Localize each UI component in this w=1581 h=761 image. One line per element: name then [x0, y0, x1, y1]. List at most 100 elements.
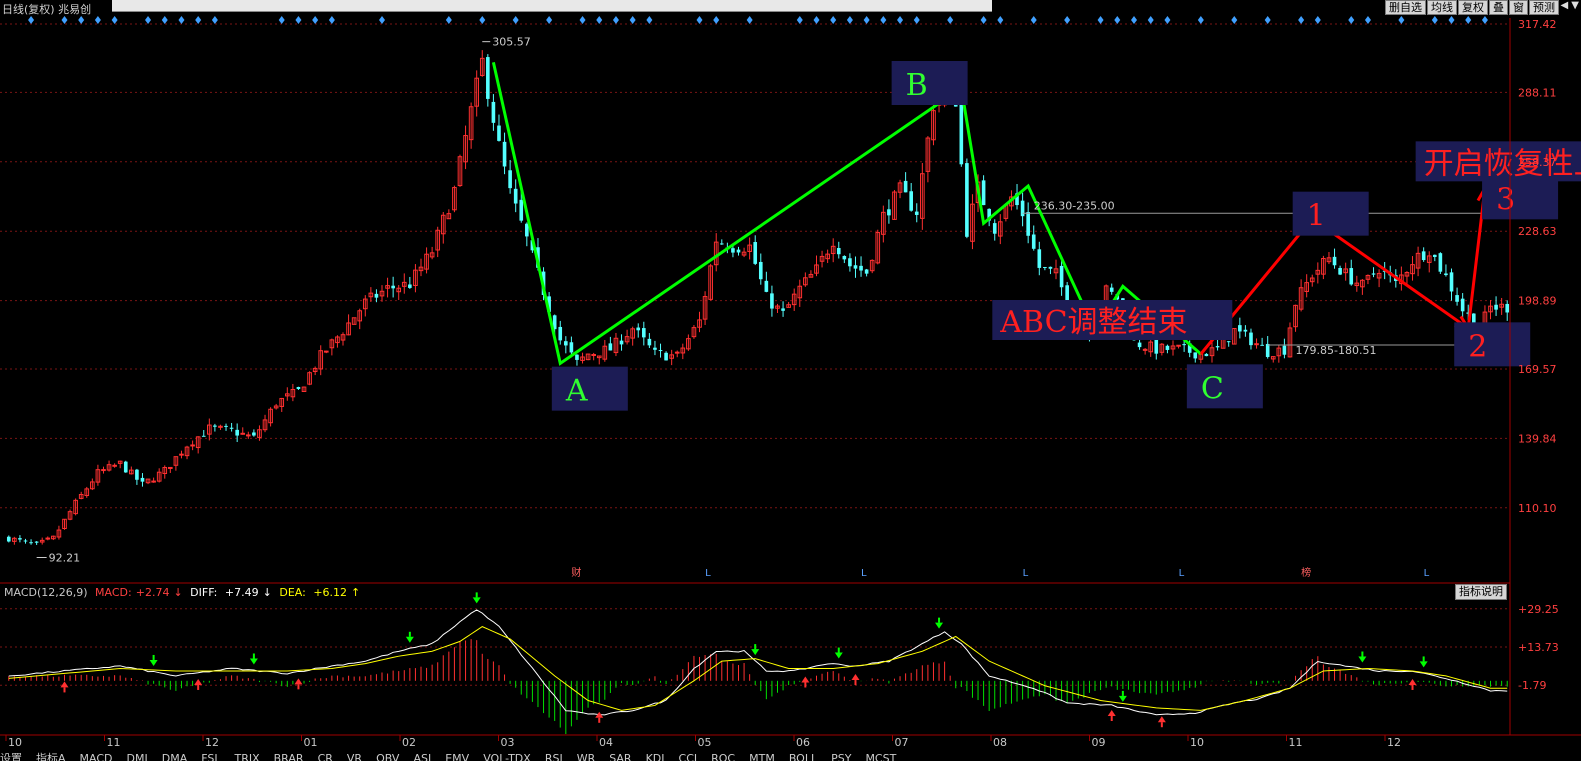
right-tab-group: 删自选 均线 复权叠窗预测: [1384, 0, 1559, 15]
candle-body: [1031, 234, 1036, 249]
month-label: 03: [501, 736, 515, 749]
candle-body: [1438, 253, 1443, 272]
candle-body: [179, 453, 184, 456]
indicator-tab[interactable]: FSL: [201, 752, 220, 761]
right-tab[interactable]: 均线: [1427, 0, 1457, 15]
wave-label: C: [1201, 371, 1224, 406]
indicator-tab[interactable]: CCI: [679, 752, 698, 761]
signal-diamond: [1465, 16, 1472, 24]
signal-diamond: [830, 16, 837, 24]
indicator-tab[interactable]: BRAR: [274, 752, 304, 761]
buy-arrow: [294, 678, 303, 685]
signal-diamond: [1164, 16, 1171, 24]
month-label: 10: [1190, 736, 1204, 749]
candle-body: [1204, 353, 1209, 357]
indicator-tab[interactable]: ASI: [413, 752, 431, 761]
signal-diamond: [696, 16, 703, 24]
indicator-help-button[interactable]: 指标说明: [1455, 584, 1507, 600]
candle-body: [23, 540, 28, 542]
signal-diamond: [1131, 16, 1137, 24]
indicator-tab[interactable]: KDJ: [646, 752, 665, 761]
indicator-tab[interactable]: VR: [347, 752, 362, 761]
sell-arrow: [935, 622, 944, 629]
indicator-tab[interactable]: MCST: [865, 752, 896, 761]
candle-body: [1249, 332, 1253, 346]
signal-diamond: [1097, 16, 1104, 24]
signal-diamond: [195, 16, 202, 24]
price-tick-label: 198.89: [1518, 295, 1557, 308]
month-label: 12: [1387, 736, 1401, 749]
indicator-tab[interactable]: MACD: [80, 752, 113, 761]
signal-diamond: [1030, 16, 1037, 24]
candle-body: [201, 435, 206, 437]
signal-diamond: [94, 16, 101, 24]
drawing-tool-bar[interactable]: [112, 0, 992, 12]
candle-body: [1460, 298, 1465, 312]
right-tab[interactable]: 窗: [1509, 0, 1528, 15]
candle-body: [140, 477, 145, 482]
signal-diamond: [328, 16, 335, 24]
signal-diamond: [445, 16, 452, 24]
signal-diamond: [897, 16, 904, 24]
candle-body: [781, 308, 785, 311]
candle-body: [848, 258, 852, 267]
candle-body: [764, 280, 769, 292]
event-marker: L: [1424, 568, 1430, 579]
candle-body: [636, 327, 641, 331]
right-tab[interactable]: 删自选: [1385, 0, 1426, 15]
indicator-tab[interactable]: 指标A: [36, 752, 66, 761]
indicator-tab[interactable]: BOLL: [789, 752, 817, 761]
candle-body: [674, 351, 680, 354]
wave-label-box: [1482, 175, 1559, 220]
candle-body: [959, 103, 964, 165]
right-tab[interactable]: 复权: [1458, 0, 1488, 15]
indicator-tab[interactable]: ROC: [711, 752, 735, 761]
indicator-tab[interactable]: CR: [318, 752, 333, 761]
candle-body: [1444, 273, 1448, 276]
indicator-tab[interactable]: OBV: [376, 752, 399, 761]
indicator-tab[interactable]: 设置: [0, 752, 22, 761]
right-tab[interactable]: 预测: [1529, 0, 1559, 15]
candle-body: [619, 340, 624, 345]
candlesticks: [6, 50, 1510, 545]
buy-arrow: [1157, 716, 1166, 723]
candle-body: [1282, 345, 1287, 355]
macd-tick-label: +13.73: [1518, 641, 1559, 654]
month-label: 08: [993, 736, 1007, 749]
indicator-tab[interactable]: SAR: [609, 752, 631, 761]
candle-body: [965, 163, 969, 237]
candle-body: [641, 328, 646, 338]
candle-body: [1226, 341, 1231, 343]
candle-body: [558, 326, 563, 341]
candle-body: [1154, 339, 1159, 354]
signal-diamond: [1298, 16, 1305, 24]
indicator-tab[interactable]: VOL-TDX: [483, 752, 531, 761]
candle-body: [1137, 342, 1142, 348]
month-label: 09: [1092, 736, 1106, 749]
indicator-tab[interactable]: DMA: [162, 752, 188, 761]
indicator-tab[interactable]: EMV: [445, 752, 469, 761]
indicator-tab[interactable]: TRIX: [234, 752, 259, 761]
indicator-tab[interactable]: MTM: [749, 752, 775, 761]
candle-body: [859, 265, 863, 271]
candle-body: [1338, 267, 1342, 275]
right-tab[interactable]: 叠: [1489, 0, 1508, 15]
candle-body: [1238, 325, 1242, 332]
candle-body: [914, 211, 919, 215]
candle-body: [513, 188, 518, 204]
candle-body: [564, 341, 568, 346]
signal-diamond: [479, 16, 486, 24]
event-marker: L: [705, 568, 711, 579]
signal-diamond: [161, 16, 168, 24]
nav-arrows[interactable]: ◀ ▼: [1560, 0, 1579, 11]
sell-arrow: [149, 659, 158, 666]
signal-diamond: [746, 16, 753, 24]
candle-body: [34, 541, 39, 543]
macd-tick-label: -1.79: [1518, 679, 1546, 692]
indicator-tab[interactable]: DMI: [127, 752, 148, 761]
indicator-tab[interactable]: WR: [577, 752, 596, 761]
macd-tick-label: +29.25: [1518, 603, 1559, 616]
signal-diamond: [1348, 16, 1355, 24]
indicator-tab[interactable]: PSY: [831, 752, 851, 761]
indicator-tab[interactable]: RSI: [545, 752, 563, 761]
